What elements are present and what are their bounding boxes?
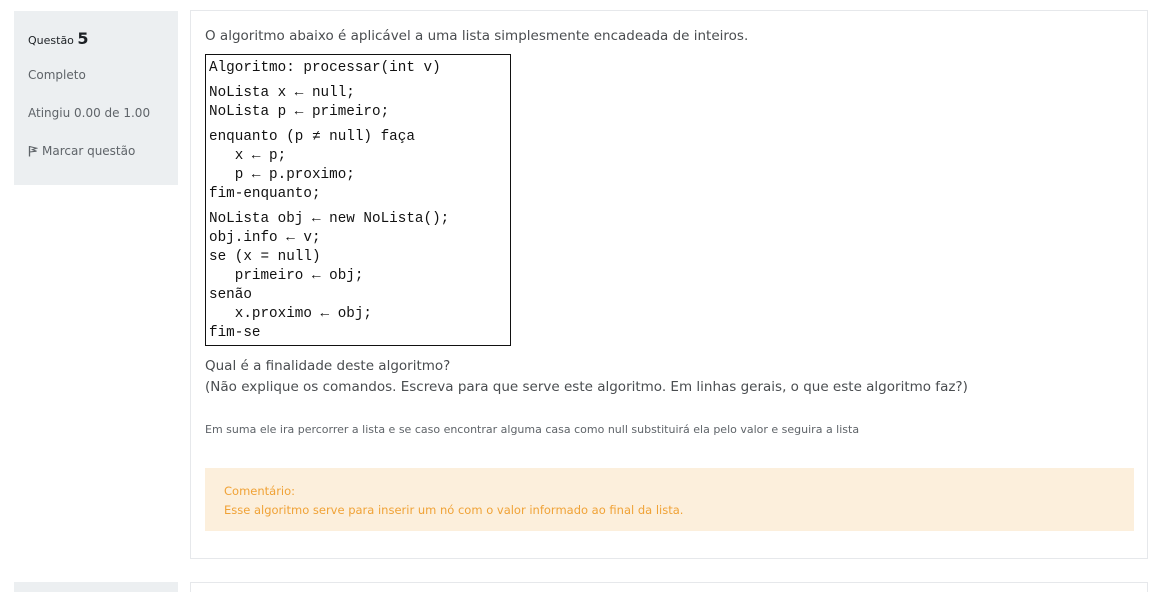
question-content: O algoritmo abaixo é aplicável a uma lis… — [190, 10, 1148, 559]
code-line: Algoritmo: processar(int v) — [209, 60, 441, 76]
question-label: Questão — [28, 34, 74, 47]
algorithm-code-box: Algoritmo: processar(int v) NoLista x ← n… — [205, 54, 511, 346]
code-line: fim-se — [209, 325, 261, 341]
feedback-text: Esse algoritmo serve para inserir um nó … — [224, 503, 684, 517]
code-line: senão — [209, 287, 252, 303]
code-line: obj.info ← v; — [209, 230, 321, 246]
code-line: x.proximo ← obj; — [209, 306, 373, 322]
flag-question-label: Marcar questão — [42, 144, 136, 158]
flag-question-link[interactable]: Marcar questão — [28, 144, 135, 158]
prompt-line-2: (Não explique os comandos. Escreva para … — [205, 379, 968, 395]
question-number: Questão 5 — [28, 29, 178, 48]
question-info-panel: Questão 5 Completo Atingiu 0.00 de 1.00 … — [14, 11, 178, 185]
prompt-line-1: Qual é a finalidade deste algoritmo? — [205, 358, 451, 374]
question-prompt: Qual é a finalidade deste algoritmo? (Nã… — [205, 356, 968, 398]
feedback-box: Comentário: Esse algoritmo serve para in… — [205, 468, 1134, 531]
question-grade: Atingiu 0.00 de 1.00 — [28, 106, 151, 120]
flag-icon — [28, 145, 38, 157]
question-text: O algoritmo abaixo é aplicável a uma lis… — [205, 28, 749, 44]
code-line: NoLista obj ← new NoLista(); — [209, 211, 450, 227]
code-line: primeiro ← obj; — [209, 268, 364, 284]
next-question-info-panel — [14, 582, 178, 592]
feedback-label: Comentário: — [224, 484, 296, 498]
code-line: enquanto (p ≠ null) faça — [209, 129, 415, 145]
question-state: Completo — [28, 68, 86, 82]
code-line: x ← p; — [209, 148, 287, 164]
question-number-value: 5 — [77, 29, 89, 48]
code-line: NoLista p ← primeiro; — [209, 104, 390, 120]
student-answer: Em suma ele ira percorrer a lista e se c… — [205, 423, 860, 436]
code-line: fim-enquanto; — [209, 186, 321, 202]
code-line: NoLista x ← null; — [209, 85, 355, 101]
code-line: p ← p.proximo; — [209, 167, 355, 183]
code-line: se (x = null) — [209, 249, 321, 265]
next-question-content — [190, 582, 1148, 592]
